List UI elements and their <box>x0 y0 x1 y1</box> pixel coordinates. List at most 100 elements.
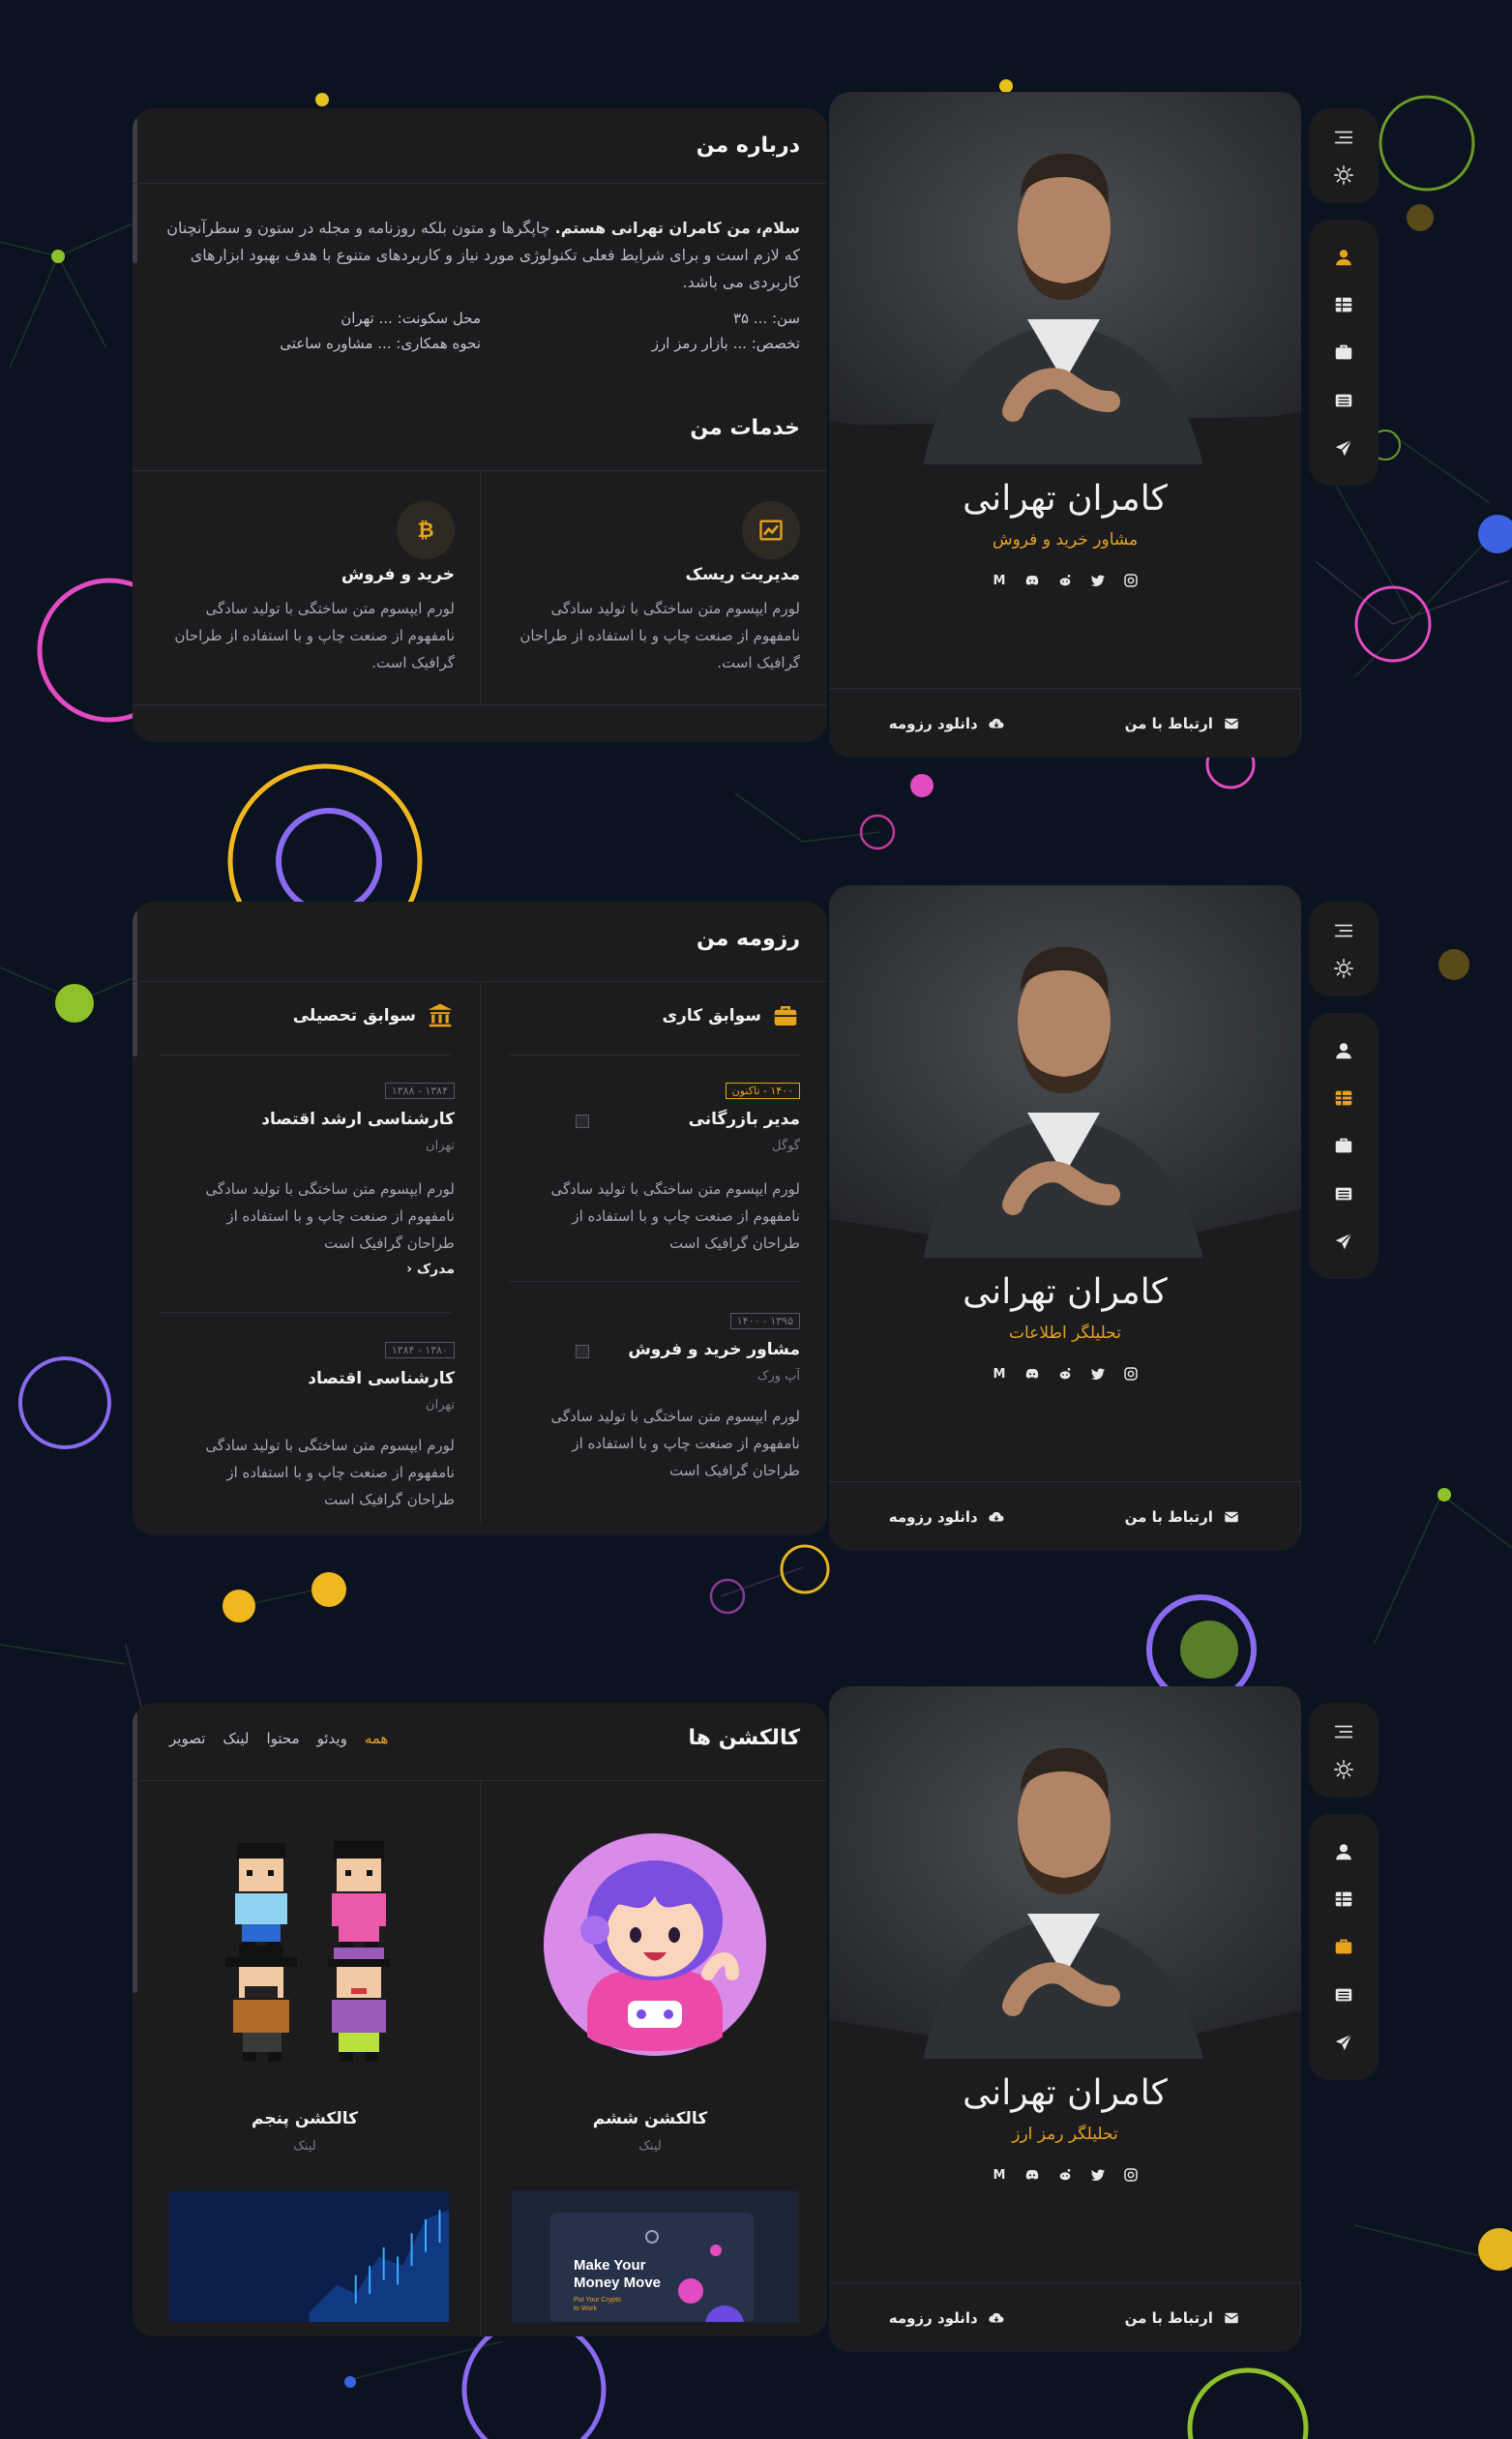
newspaper-icon[interactable] <box>1324 1976 1363 2014</box>
medium-icon[interactable]: M <box>990 571 1009 590</box>
user-icon[interactable] <box>1324 1031 1363 1070</box>
newspaper-icon[interactable] <box>1324 1175 1363 1213</box>
degree-title: کارشناسی اقتصاد <box>308 1369 455 1388</box>
menu-icon[interactable] <box>1324 118 1363 156</box>
cloud-download-icon <box>989 2312 1004 2322</box>
contact-me-button[interactable]: ارتباط با من <box>1065 1482 1301 1551</box>
table-icon[interactable] <box>1324 1079 1363 1117</box>
medium-icon[interactable]: M <box>990 2165 1009 2185</box>
services-title: خدمات من <box>690 416 812 445</box>
download-label: دانلود رزومه <box>888 1507 978 1526</box>
panel-scrollbar[interactable] <box>133 911 137 1056</box>
certificate-link[interactable]: مدرک ‹ <box>406 1262 455 1277</box>
tab-image[interactable]: تصویر <box>169 1730 205 1747</box>
reddit-icon[interactable] <box>1055 571 1075 590</box>
tab-link[interactable]: لینک <box>222 1730 249 1747</box>
profile-photo <box>829 92 1301 464</box>
instagram-icon[interactable] <box>1121 571 1141 590</box>
user-icon[interactable] <box>1324 1832 1363 1871</box>
profile-title: تحلیلگر رمز ارز <box>1012 2125 1118 2144</box>
instagram-icon[interactable] <box>1121 2165 1141 2185</box>
download-resume-button[interactable]: دانلود رزومه <box>829 689 1065 758</box>
briefcase-icon[interactable] <box>1324 1927 1363 1966</box>
info-work-type: نحوه همکاری: ... مشاوره ساعتی <box>280 335 481 352</box>
degree-text: لورم ایپسوم متن ساختگی با تولید سادگی نا… <box>205 1180 455 1252</box>
instagram-icon[interactable] <box>1121 1364 1141 1383</box>
profile-card: کامران تهرانی تحلیلگر رمز ارز M دانلود ر… <box>829 1686 1301 2352</box>
paper-plane-icon[interactable] <box>1324 2023 1363 2062</box>
chart-line-icon <box>742 501 800 559</box>
download-label: دانلود رزومه <box>888 2308 978 2327</box>
sun-icon[interactable] <box>1324 1750 1363 1788</box>
degree-text: لورم ایپسوم متن ساختگی با تولید سادگی نا… <box>205 1437 455 1508</box>
twitter-icon[interactable] <box>1088 1364 1108 1383</box>
download-resume-button[interactable]: دانلود رزومه <box>829 2283 1065 2352</box>
download-resume-button[interactable]: دانلود رزومه <box>829 1482 1065 1551</box>
divider <box>508 1281 800 1282</box>
sun-icon[interactable] <box>1324 949 1363 987</box>
collection-name[interactable]: کالکشن ششم <box>505 2109 795 2128</box>
profile-actions: دانلود رزومه ارتباط با من <box>829 688 1301 758</box>
nav-main-bar <box>1309 1013 1379 1279</box>
svg-text:₿: ₿ <box>417 519 433 542</box>
briefcase-icon[interactable] <box>1324 1126 1363 1165</box>
resume-title: رزومه من <box>697 927 812 956</box>
download-label: دانلود رزومه <box>888 714 978 732</box>
twitter-icon[interactable] <box>1088 571 1108 590</box>
crypto-chart-image[interactable] <box>165 2191 453 2322</box>
newspaper-icon[interactable] <box>1324 381 1363 420</box>
discord-icon[interactable] <box>1023 571 1042 590</box>
menu-icon[interactable] <box>1324 1712 1363 1750</box>
contact-me-button[interactable]: ارتباط با من <box>1065 2283 1301 2352</box>
reddit-icon[interactable] <box>1055 2165 1075 2185</box>
divider <box>480 470 481 704</box>
divider <box>480 1780 481 2336</box>
about-panel: درباره من سلام، من کامران تهرانی هستم. چ… <box>133 108 827 742</box>
collections-title: کالکشن ها <box>689 1726 812 1755</box>
discord-icon[interactable] <box>1023 1364 1042 1383</box>
twitter-icon[interactable] <box>1088 2165 1108 2185</box>
table-icon[interactable] <box>1324 285 1363 324</box>
tab-all[interactable]: همه <box>365 1730 389 1747</box>
medium-icon[interactable]: M <box>990 1364 1009 1383</box>
envelope-icon <box>1224 1511 1238 1522</box>
promo-title: Make Your Money Move <box>574 2257 662 2291</box>
briefcase-icon[interactable] <box>1324 333 1363 372</box>
tab-content[interactable]: محتوا <box>266 1730 299 1747</box>
nav-top-bar <box>1309 902 1379 996</box>
collection-name[interactable]: کالکشن پنجم <box>160 2109 450 2128</box>
pixel-characters-image[interactable] <box>189 1824 421 2075</box>
nav-top-bar <box>1309 1703 1379 1798</box>
reddit-icon[interactable] <box>1055 1364 1075 1383</box>
menu-icon[interactable] <box>1324 911 1363 949</box>
job-text: لورم ایپسوم متن ساختگی با تولید سادگی نا… <box>550 1180 800 1252</box>
divider <box>160 1312 452 1313</box>
education-heading: سوابق تحصیلی <box>293 1001 455 1030</box>
discord-icon[interactable] <box>1023 2165 1042 2185</box>
envelope-icon <box>1224 718 1238 729</box>
nav-main-bar <box>1309 220 1379 486</box>
about-text: سلام، من کامران تهرانی هستم. چاپگرها و م… <box>160 215 800 296</box>
astronaut-girl-image[interactable] <box>539 1829 771 2061</box>
user-icon[interactable] <box>1324 238 1363 277</box>
collection-type: لینک <box>293 2139 316 2154</box>
make-money-move-card[interactable]: Make Your Money Move Put Your Crypto to Wo… <box>512 2191 799 2322</box>
paper-plane-icon[interactable] <box>1324 429 1363 467</box>
tab-video[interactable]: ویدئو <box>317 1730 347 1747</box>
cloud-download-icon <box>989 1511 1004 1521</box>
paper-plane-icon[interactable] <box>1324 1222 1363 1261</box>
social-links: M <box>829 571 1301 590</box>
profile-actions: دانلود رزومه ارتباط با من <box>829 1481 1301 1551</box>
panel-scrollbar[interactable] <box>133 118 137 263</box>
bitcoin-icon: ₿ <box>397 501 455 559</box>
sun-icon[interactable] <box>1324 156 1363 193</box>
nav-main-bar <box>1309 1814 1379 2080</box>
panel-scrollbar[interactable] <box>133 1712 137 1993</box>
job-title: مشاور خرید و فروش <box>628 1340 800 1359</box>
degree-title: کارشناسی ارشد اقتصاد <box>261 1110 455 1129</box>
divider <box>133 183 827 184</box>
degree-location: تهران <box>426 1398 455 1413</box>
nav-top-bar <box>1309 108 1379 203</box>
contact-me-button[interactable]: ارتباط با من <box>1065 689 1301 758</box>
table-icon[interactable] <box>1324 1880 1363 1918</box>
